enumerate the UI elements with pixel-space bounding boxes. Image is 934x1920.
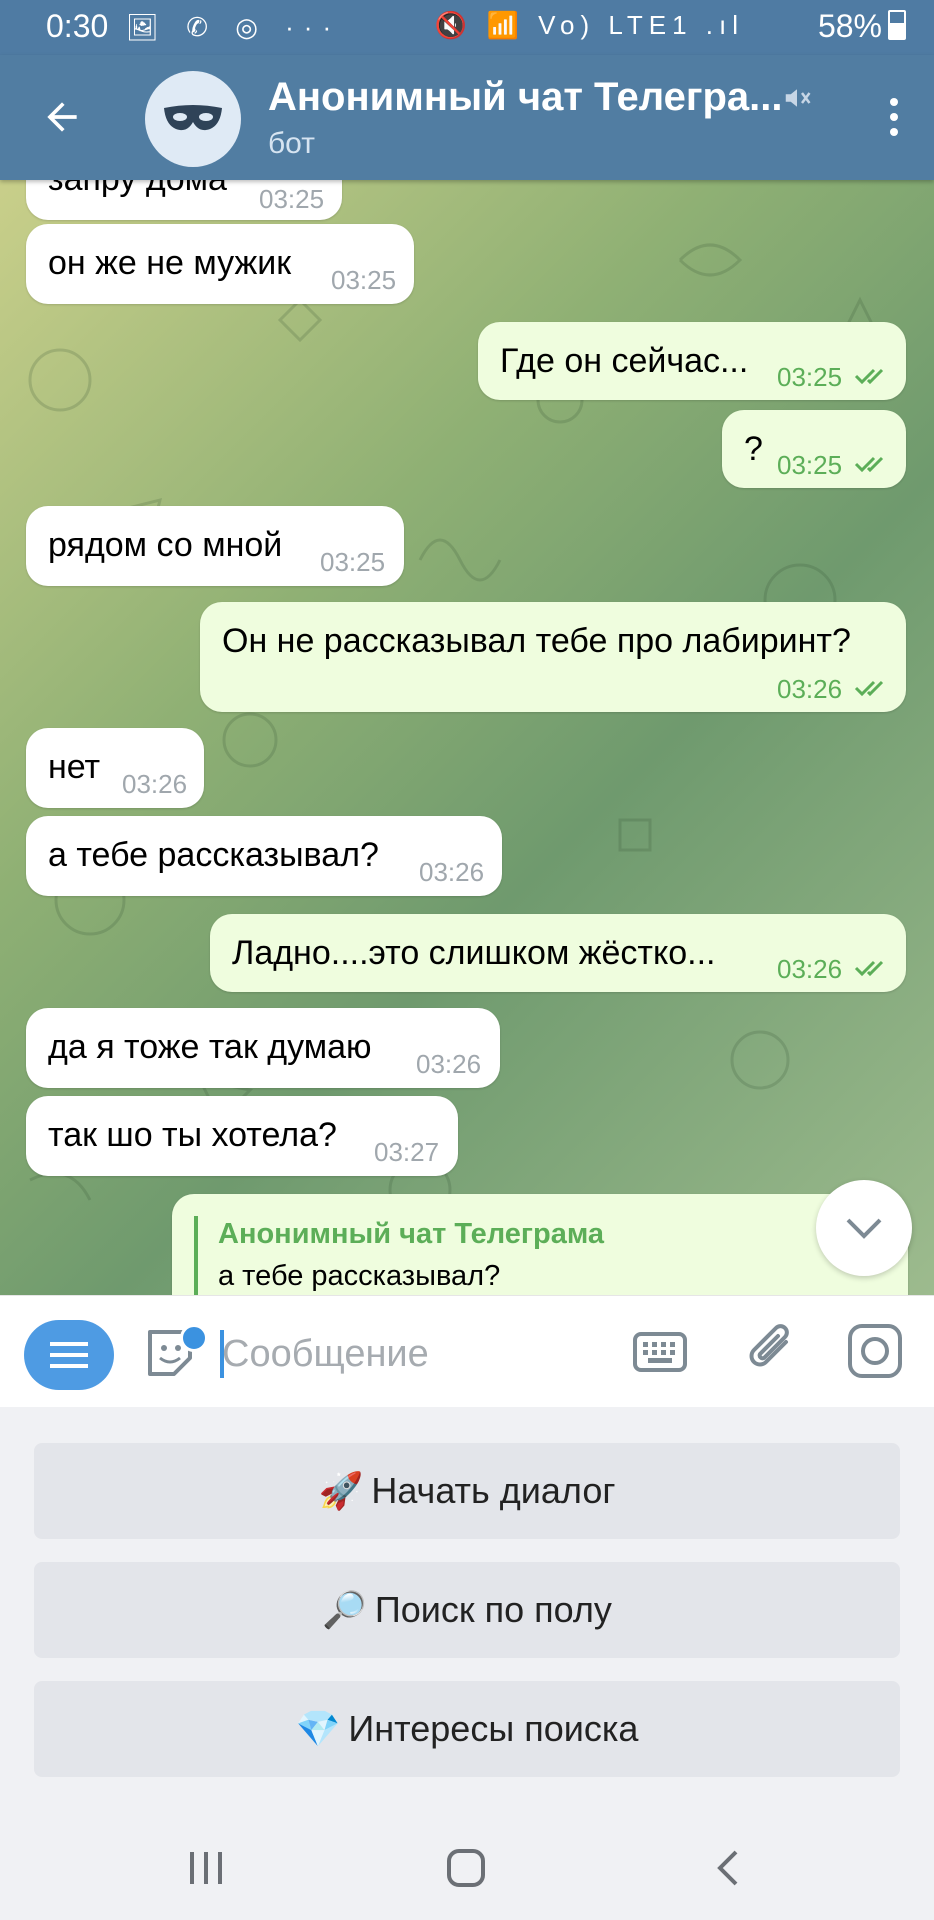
button-label: Интересы поиска (348, 1708, 639, 1749)
message-bubble[interactable]: он же не мужик 03:25 (26, 224, 414, 304)
status-bar: 0:30 🖼 ✆ ◎ ··· 🔇 📶 Vo) LTE1 .ıl 58% (0, 0, 934, 55)
home-icon[interactable] (446, 1848, 486, 1888)
battery-indicator: 58% (818, 8, 906, 45)
message-time: 03:25 (320, 547, 386, 577)
muted-icon (785, 89, 811, 107)
message-bubble[interactable]: да я тоже так думаю 03:26 (26, 1008, 500, 1088)
message-bubble[interactable]: Ладно....это слишком жёстко... 03:26 (210, 914, 906, 992)
read-checkmarks-icon (854, 960, 884, 977)
new-stickers-badge (180, 1324, 208, 1352)
message-time: 03:26 (419, 857, 485, 887)
message-text: так шо ты хотела? (48, 1116, 337, 1154)
chat-header: Анонимный чат Телегра... бот (0, 55, 934, 180)
button-label: Поиск по полу (374, 1589, 612, 1630)
back-button[interactable] (30, 85, 94, 149)
message-text: запру дома (48, 180, 227, 199)
reply-author: Анонимный чат Телеграма (218, 1218, 605, 1250)
avatar[interactable] (145, 71, 241, 167)
scroll-down-button[interactable] (816, 1180, 912, 1276)
message-bubble[interactable]: так шо ты хотела? 03:27 (26, 1096, 458, 1176)
reply-text: а тебе рассказывал? (218, 1260, 501, 1292)
message-input-bar (0, 1295, 934, 1408)
chevron-down-icon (846, 1218, 882, 1239)
message-text: Он не рассказывал тебе про лабиринт? (222, 622, 851, 660)
message-text: он же не мужик (48, 244, 292, 282)
message-bubble[interactable]: нет 03:26 (26, 728, 204, 808)
read-checkmarks-icon (854, 680, 884, 697)
message-text: нет (48, 748, 101, 786)
more-options-button[interactable] (872, 85, 916, 149)
message-time: 03:25 (777, 450, 843, 480)
message-time: 03:26 (416, 1049, 482, 1079)
message-time: 03:27 (374, 1137, 440, 1167)
message-text: Где он сейчас... (500, 342, 749, 380)
chat-area[interactable]: запру дома 03:25 он же не мужик 03:25 Гд… (0, 180, 934, 1295)
message-text: ? (744, 430, 763, 468)
system-nav-bar (0, 1812, 934, 1920)
message-bubble[interactable]: ? 03:25 (722, 410, 906, 488)
message-bubble[interactable]: Где он сейчас... 03:25 (478, 322, 906, 400)
message-bubble[interactable]: рядом со мной 03:25 (26, 506, 404, 586)
keyboard-icon[interactable] (632, 1324, 688, 1380)
message-bubble[interactable]: запру дома 03:25 (26, 180, 342, 220)
start-dialog-button[interactable]: 🚀 Начать диалог (34, 1443, 900, 1539)
hamburger-icon (50, 1342, 88, 1368)
message-bubble[interactable]: Он не рассказывал тебе про лабиринт? 03:… (200, 602, 906, 712)
message-text: да я тоже так думаю (48, 1028, 372, 1066)
recent-apps-icon[interactable] (186, 1850, 226, 1886)
magnifier-icon: 🔎 (322, 1589, 367, 1630)
message-time: 03:26 (122, 769, 188, 799)
chat-title[interactable]: Анонимный чат Телегра... (268, 75, 783, 120)
button-label: Начать диалог (371, 1470, 616, 1511)
message-time: 03:25 (777, 362, 843, 392)
read-checkmarks-icon (854, 456, 884, 473)
gem-icon: 💎 (295, 1708, 341, 1749)
message-time: 03:25 (331, 265, 397, 295)
read-checkmarks-icon (854, 368, 884, 385)
search-interests-button[interactable]: 💎 Интересы поиска (34, 1681, 900, 1777)
message-time: 03:25 (259, 184, 325, 214)
status-time: 0:30 (46, 8, 109, 44)
chat-subtitle: бот (268, 127, 315, 160)
message-text: а тебе рассказывал? (48, 836, 379, 874)
notification-icons: 🖼 ✆ ◎ ··· (126, 12, 342, 42)
bot-keyboard: 🚀 Начать диалог 🔎 Поиск по полу 💎 Интере… (0, 1407, 934, 1812)
message-bubble[interactable]: а тебе рассказывал? 03:26 (26, 816, 502, 896)
message-text: рядом со мной (48, 526, 283, 564)
mask-icon (164, 105, 222, 131)
message-text: Ладно....это слишком жёстко... (232, 934, 716, 972)
rocket-icon: 🚀 (318, 1470, 364, 1511)
message-time: 03:26 (777, 954, 843, 984)
paperclip-icon[interactable] (742, 1320, 802, 1380)
battery-icon (888, 10, 906, 40)
battery-percent: 58% (817, 8, 882, 44)
reply-bar (194, 1216, 198, 1295)
signal-icons: 🔇 📶 Vo) LTE1 .ıl (434, 10, 744, 40)
kebab-menu-icon (890, 98, 898, 136)
camera-icon[interactable] (846, 1322, 904, 1380)
arrow-left-icon (47, 102, 77, 132)
nav-back-icon[interactable] (710, 1848, 746, 1888)
bot-menu-button[interactable] (24, 1320, 114, 1390)
search-by-gender-button[interactable]: 🔎 Поиск по полу (34, 1562, 900, 1658)
message-time: 03:26 (777, 674, 843, 704)
reply-message-bubble[interactable]: Анонимный чат Телеграма а тебе рассказыв… (172, 1194, 908, 1295)
message-input[interactable] (220, 1318, 604, 1390)
